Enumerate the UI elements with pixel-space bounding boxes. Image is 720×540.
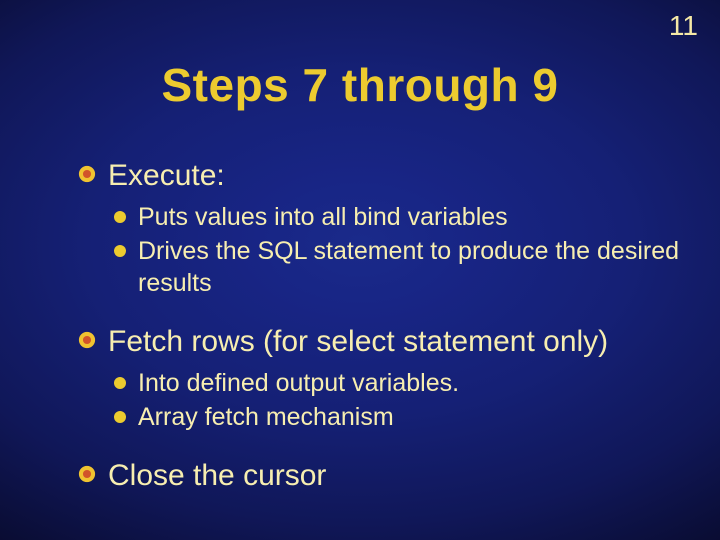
list-item-label: Execute: <box>108 159 225 192</box>
list-subitem: Array fetch mechanism <box>114 402 680 433</box>
list-subitem-label: Array fetch mechanism <box>138 403 394 431</box>
list-subitem: Puts values into all bind variables <box>114 202 680 233</box>
bullet-icon <box>78 331 96 349</box>
list-subitem-label: Puts values into all bind variables <box>138 203 508 231</box>
list-item: Execute: <box>78 158 680 194</box>
bullet-icon <box>78 465 96 483</box>
list-item-label: Close the cursor <box>108 459 326 492</box>
list-subitem-label: Drives the SQL statement to produce the … <box>138 237 679 296</box>
bullet-icon <box>78 165 96 183</box>
page-number: 11 <box>669 10 698 42</box>
slide-title: Steps 7 through 9 <box>0 58 720 112</box>
list-subitem: Drives the SQL statement to produce the … <box>114 236 680 299</box>
list-item: Fetch rows (for select statement only) <box>78 324 680 360</box>
list-item: Close the cursor <box>78 458 680 494</box>
slide-content: Execute: Puts values into all bind varia… <box>78 148 680 502</box>
list-item-label: Fetch rows (for select statement only) <box>108 325 608 358</box>
slide: 11 Steps 7 through 9 Execute: Puts value… <box>0 0 720 540</box>
list-subitem-label: Into defined output variables. <box>138 369 459 397</box>
list-subitem: Into defined output variables. <box>114 368 680 399</box>
